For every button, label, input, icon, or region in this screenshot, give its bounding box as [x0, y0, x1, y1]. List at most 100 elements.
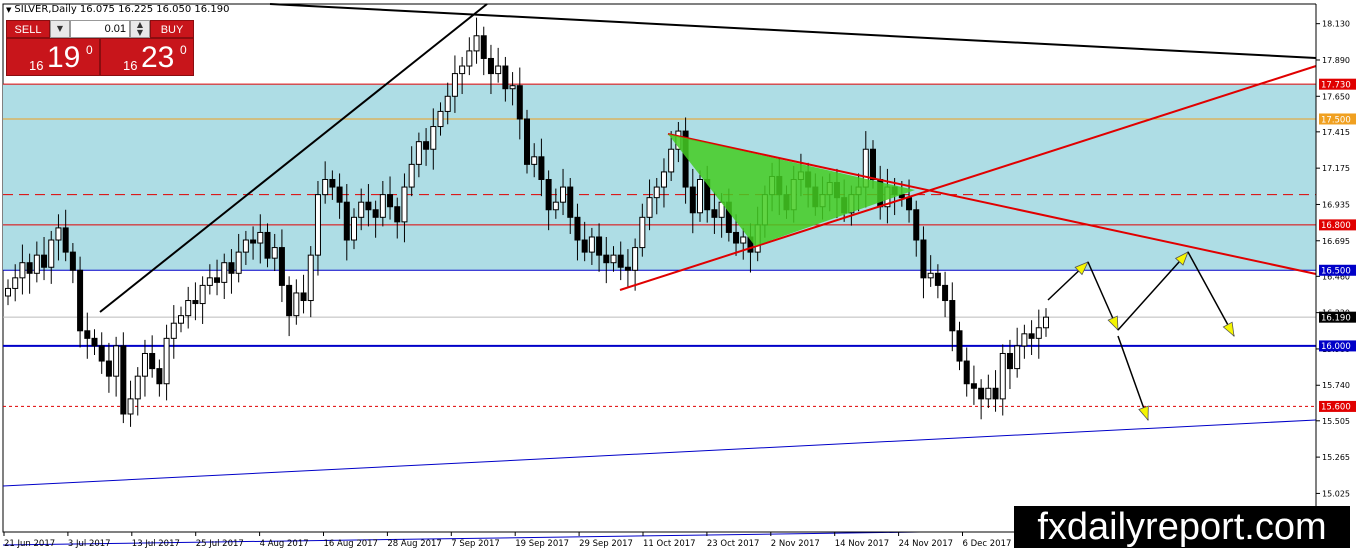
candle-body	[487, 57, 494, 75]
candle-body	[524, 118, 530, 165]
level-label-text: 16.190	[1321, 313, 1351, 323]
candle-body	[444, 95, 451, 112]
candle-body	[610, 254, 617, 264]
chart-header: ▼ SILVER,Daily 16.075 16.225 16.050 16.19…	[6, 4, 229, 15]
price-tick-label: 17.175	[1322, 164, 1350, 173]
candle-body	[495, 65, 502, 75]
lot-dropdown-button[interactable]: ▼	[50, 20, 70, 38]
date-label: 23 Oct 2017	[707, 539, 760, 549]
candle-body	[963, 360, 970, 385]
candle-body	[906, 197, 913, 211]
price-tick-label: 17.650	[1322, 92, 1350, 101]
price-tick-label: 15.740	[1322, 381, 1350, 390]
price-tick-label: 16.695	[1322, 237, 1350, 246]
candle-body	[531, 156, 538, 165]
candle-body	[84, 330, 91, 339]
candle-body	[689, 186, 696, 214]
candle-body	[430, 126, 437, 150]
candle-body	[538, 156, 545, 180]
candle-body	[351, 216, 357, 241]
candle-body	[257, 231, 264, 244]
candle-body	[19, 262, 26, 279]
candle-body	[401, 186, 408, 223]
candle-body	[545, 178, 552, 211]
date-label: 19 Sep 2017	[515, 539, 569, 549]
candle-body	[41, 254, 48, 268]
candle-body	[77, 269, 84, 332]
price-tick-label: 17.890	[1322, 56, 1350, 65]
date-label: 29 Sep 2017	[579, 539, 633, 549]
candle-body	[12, 277, 19, 289]
candle-body	[617, 254, 624, 268]
candle-body	[668, 148, 675, 173]
candle-body	[178, 315, 184, 324]
candle-body	[596, 236, 603, 256]
candle-body	[365, 201, 372, 211]
candle-body	[603, 254, 610, 264]
candle-body	[560, 186, 567, 203]
blue-ascending-line	[2, 419, 1317, 487]
triangle-down-icon: ▼	[6, 6, 12, 14]
candle-body	[5, 287, 11, 297]
date-label: 13 Jul 2017	[132, 539, 180, 549]
candle-body	[711, 209, 718, 218]
date-label: 16 Aug 2017	[324, 539, 378, 549]
candle-body	[170, 322, 177, 339]
lot-size-input[interactable]: 0.01	[70, 20, 130, 38]
level-label-text: 16.000	[1321, 342, 1351, 352]
candle-body	[1006, 352, 1013, 370]
sell-price-fraction: 0	[86, 43, 93, 57]
candle-body	[942, 284, 949, 302]
candle-body	[588, 236, 595, 253]
candle-body	[113, 345, 120, 377]
lot-spinner[interactable]: ▲ ▼	[130, 20, 150, 38]
candle-body	[567, 186, 574, 218]
sell-quote[interactable]: 16 19 0	[6, 38, 100, 76]
date-label: 6 Dec 2017	[963, 539, 1012, 549]
level-label-text: 16.500	[1321, 267, 1351, 277]
price-tick-label: 15.265	[1322, 453, 1350, 462]
candle-body	[451, 73, 458, 97]
candle-body	[185, 300, 192, 317]
candle-body	[264, 231, 271, 259]
date-label: 11 Oct 2017	[643, 539, 696, 549]
candle-body	[913, 209, 920, 241]
buy-price-main: 23	[141, 41, 175, 74]
candle-body	[192, 300, 199, 305]
date-label: 21 Jun 2017	[4, 539, 55, 549]
candle-body	[992, 387, 999, 400]
candle-body	[372, 209, 379, 218]
candle-body	[733, 231, 740, 244]
candle-body	[221, 262, 228, 283]
candle-body	[242, 239, 249, 253]
candle-body	[199, 284, 206, 305]
buy-quote[interactable]: 16 23 0	[100, 38, 194, 76]
candle-body	[62, 227, 69, 253]
candle-body	[55, 227, 62, 241]
candle-body	[314, 194, 321, 256]
date-label: 2 Nov 2017	[771, 539, 820, 549]
candle-body	[250, 239, 257, 244]
candle-body	[697, 178, 703, 214]
candle-body	[502, 65, 509, 90]
candle-body	[206, 277, 213, 286]
candle-body	[358, 201, 365, 218]
date-label: 14 Nov 2017	[835, 539, 889, 549]
forecast-arrow-head	[1138, 405, 1149, 422]
candle-body	[91, 337, 98, 347]
candle-body	[163, 337, 170, 385]
forecast-arrow-head	[1107, 315, 1119, 332]
candle-body	[278, 247, 285, 286]
sell-button[interactable]: SELL	[6, 20, 50, 38]
candle-body	[459, 65, 466, 75]
price-chart[interactable]: 18.130 17.890 17.650 17.415 17.175 16.935 16.6…	[0, 0, 1358, 554]
candle-body	[1028, 333, 1035, 339]
candle-body	[286, 284, 293, 317]
candle-body	[105, 360, 112, 377]
candle-body	[48, 239, 55, 268]
candle-body	[423, 141, 430, 150]
symbol-line: SILVER,Daily 16.075 16.225 16.050 16.190	[14, 4, 230, 15]
candle-body	[646, 197, 653, 218]
candle-body	[228, 262, 235, 274]
buy-button[interactable]: BUY	[150, 20, 194, 38]
